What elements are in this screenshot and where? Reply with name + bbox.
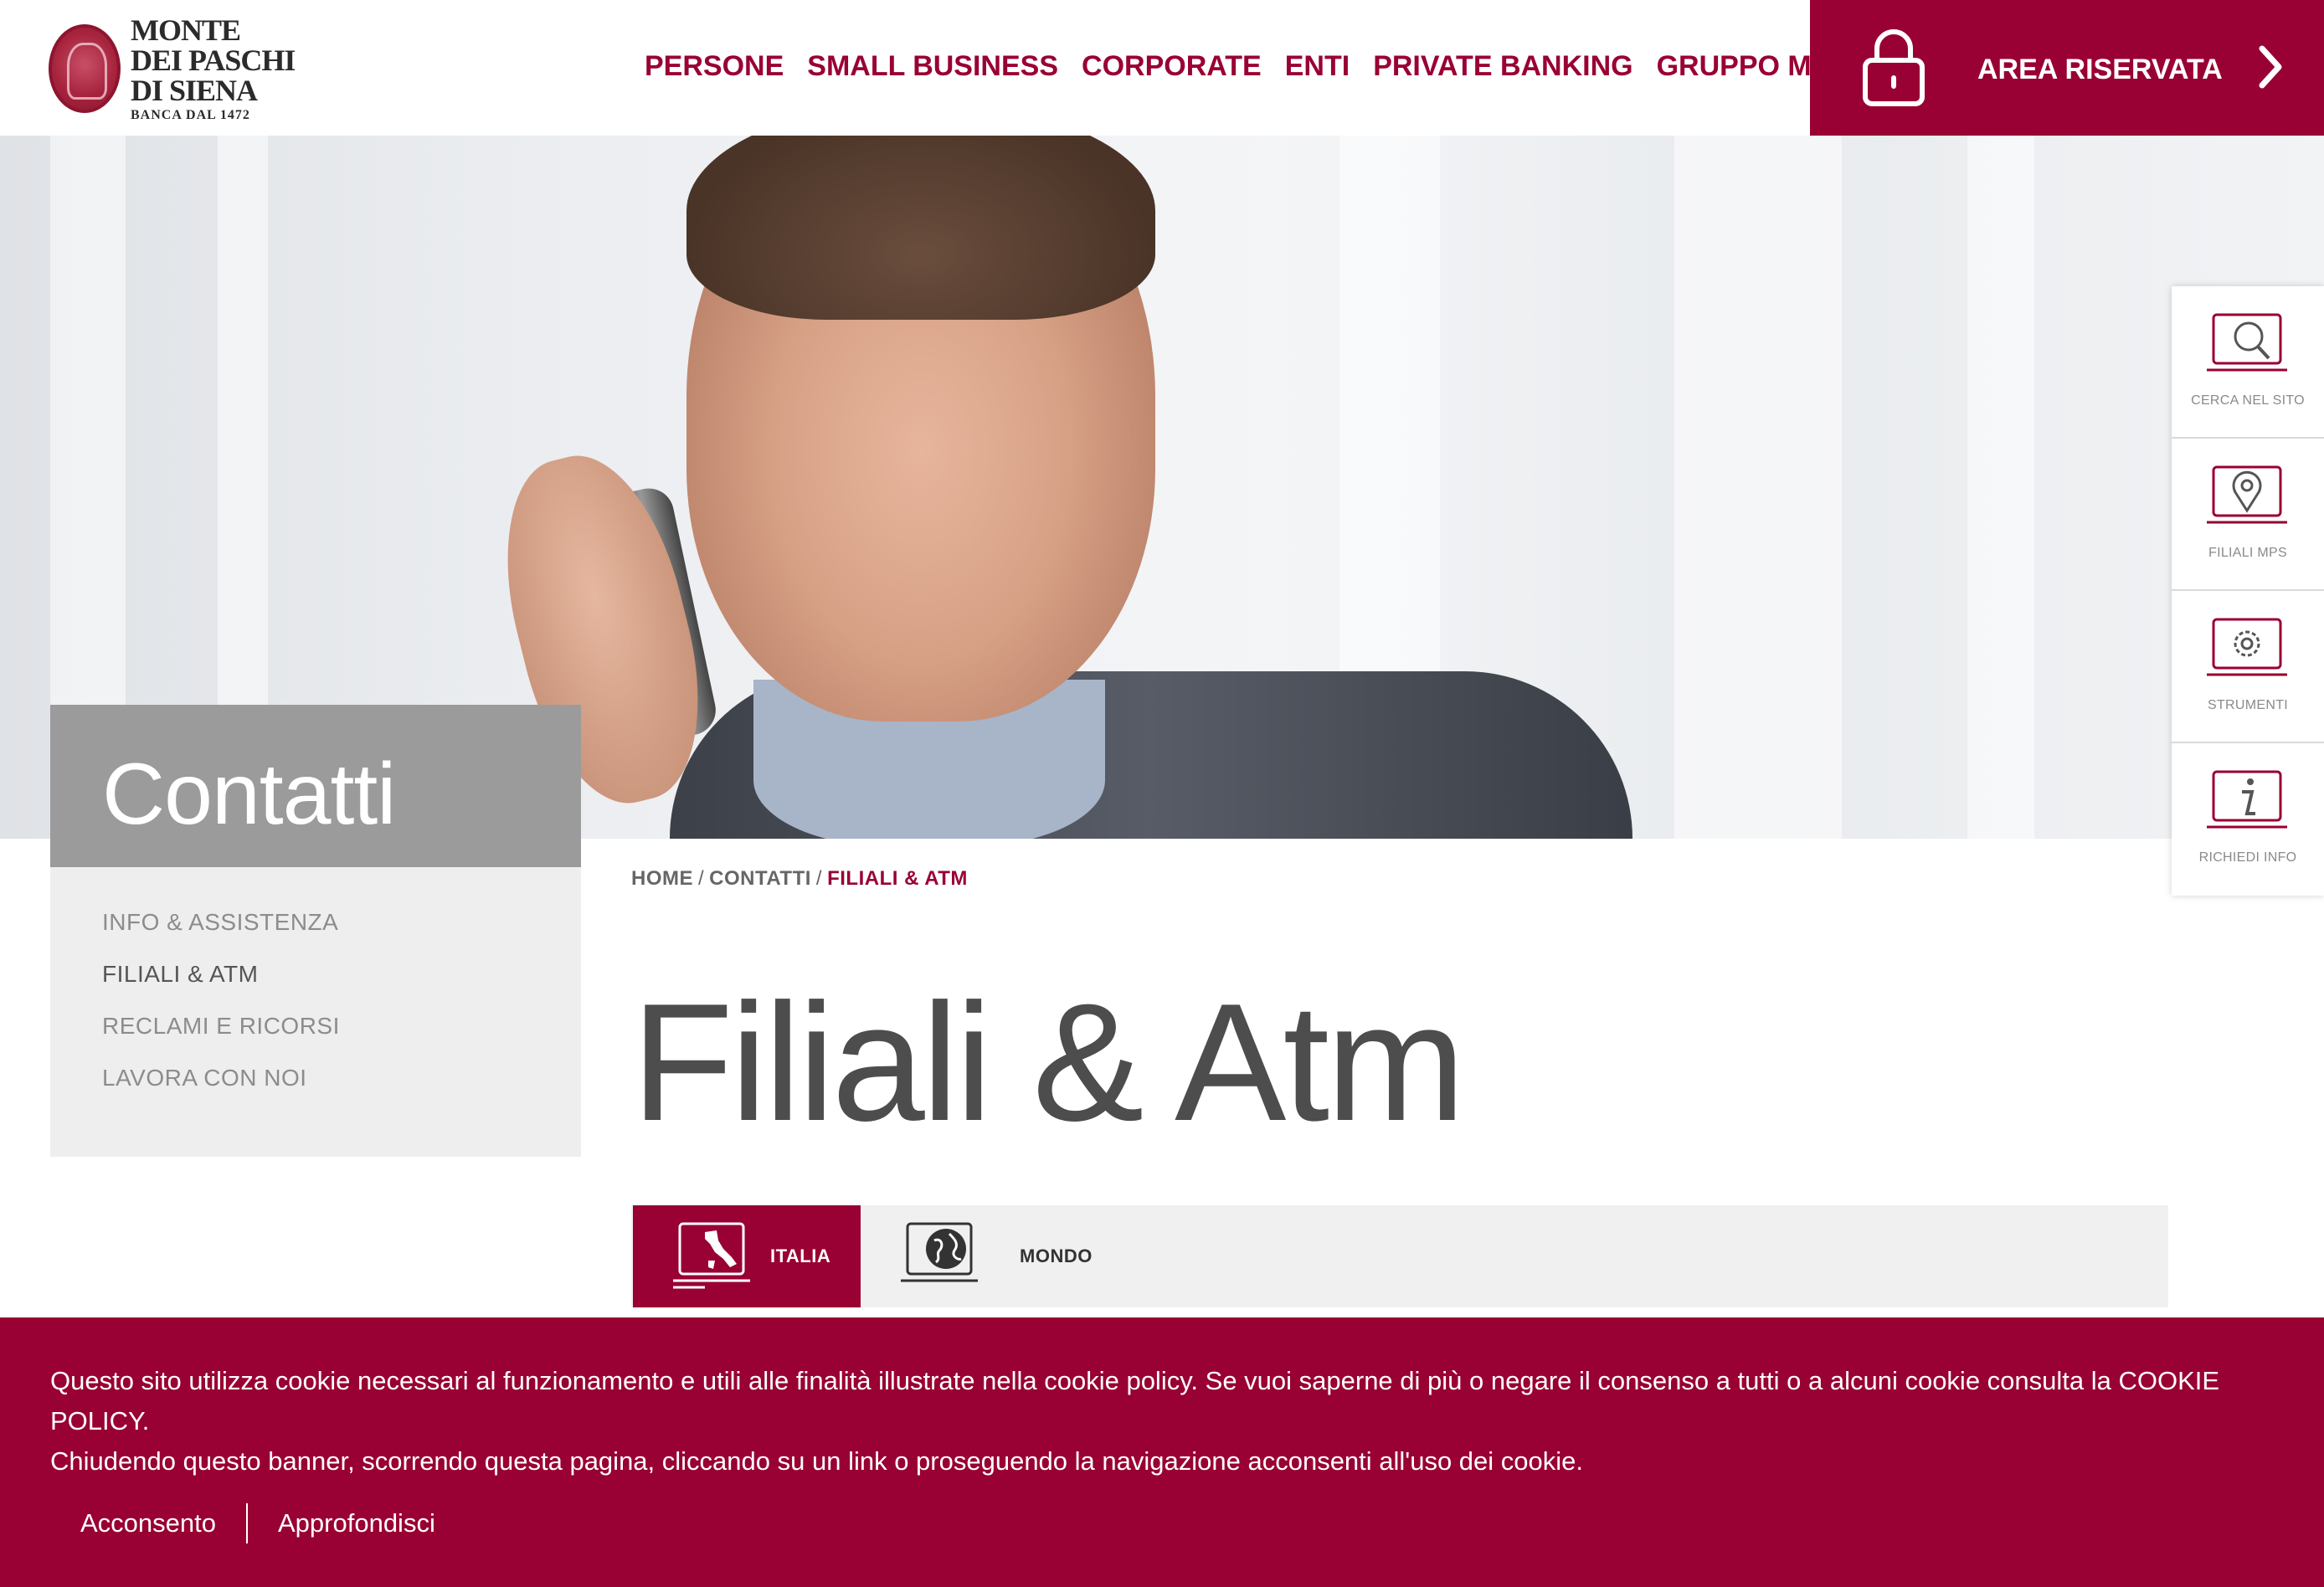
location-tabs: ITALIA MONDO bbox=[631, 1205, 2168, 1307]
hero-bg-stripe bbox=[1674, 136, 1842, 839]
logo-line-1: MONTE bbox=[131, 13, 241, 47]
breadcrumb-contatti[interactable]: CONTATTI bbox=[709, 867, 811, 890]
breadcrumb-current: FILIALI & ATM bbox=[827, 867, 968, 890]
submenu-item-filiali-atm[interactable]: FILIALI & ATM bbox=[102, 961, 581, 1013]
nav-small-business[interactable]: SMALL BUSINESS bbox=[807, 50, 1058, 83]
gear-monitor-icon bbox=[2207, 618, 2287, 676]
section-title: Contatti bbox=[102, 746, 396, 843]
quick-actions-bar: CERCA NEL SITO FILIALI MPS STRUMENTI RIC… bbox=[2172, 286, 2324, 896]
quick-label: RICHIEDI INFO bbox=[2198, 850, 2297, 865]
nav-enti[interactable]: ENTI bbox=[1285, 50, 1350, 83]
chevron-right-icon bbox=[2259, 45, 2282, 89]
quick-strumenti[interactable]: STRUMENTI bbox=[2172, 591, 2324, 743]
hero-person-hair bbox=[686, 136, 1155, 320]
main-nav: PERSONE SMALL BUSINESS CORPORATE ENTI PR… bbox=[645, 50, 1849, 83]
submenu-item-lavora-con-noi[interactable]: LAVORA CON NOI bbox=[102, 1065, 581, 1117]
breadcrumb-separator: / bbox=[815, 867, 823, 890]
nav-persone[interactable]: PERSONE bbox=[645, 50, 784, 83]
tab-mondo-label: MONDO bbox=[1020, 1245, 1093, 1266]
quick-label: STRUMENTI bbox=[2207, 698, 2289, 712]
breadcrumb: HOME / CONTATTI / FILIALI & ATM bbox=[631, 867, 968, 891]
cookie-more-button[interactable]: Approfondisci bbox=[248, 1508, 465, 1538]
mps-seal-logo-icon bbox=[49, 24, 121, 113]
breadcrumb-separator: / bbox=[698, 867, 705, 890]
logo-line-3: DI SIENA bbox=[131, 74, 258, 107]
tab-italia-label: ITALIA bbox=[770, 1245, 831, 1266]
globe-monitor-icon bbox=[901, 1222, 978, 1282]
breadcrumb-home[interactable]: HOME bbox=[631, 867, 693, 890]
tab-italia[interactable]: ITALIA bbox=[633, 1205, 861, 1307]
mps-logo[interactable]: MONTE DEI PASCHI DI SIENA BANCA DAL 1472 bbox=[49, 15, 316, 122]
submenu-item-reclami-ricorsi[interactable]: RECLAMI E RICORSI bbox=[102, 1013, 581, 1065]
nav-corporate[interactable]: CORPORATE bbox=[1082, 50, 1262, 83]
site-header: MONTE DEI PASCHI DI SIENA BANCA DAL 1472… bbox=[0, 0, 2324, 136]
section-submenu: INFO & ASSISTENZA FILIALI & ATM RECLAMI … bbox=[50, 867, 581, 1157]
map-pin-monitor-icon bbox=[2207, 465, 2287, 524]
logo-wordmark: MONTE DEI PASCHI DI SIENA BANCA DAL 1472 bbox=[131, 13, 296, 122]
cookie-text-line-2: Chiudendo questo banner, scorrendo quest… bbox=[50, 1446, 1584, 1476]
cookie-accept-button[interactable]: Acconsento bbox=[50, 1508, 246, 1538]
section-title-box: Contatti bbox=[50, 705, 581, 867]
search-monitor-icon bbox=[2207, 313, 2287, 372]
hero-bg-stripe bbox=[1967, 136, 2034, 839]
submenu-item-info-assistenza[interactable]: INFO & ASSISTENZA bbox=[102, 909, 581, 961]
info-monitor-icon bbox=[2207, 770, 2287, 829]
logo-line-2: DEI PASCHI bbox=[131, 44, 296, 77]
quick-label: CERCA NEL SITO bbox=[2191, 393, 2305, 408]
cookie-text-line-1: Questo sito utilizza cookie necessari al… bbox=[50, 1366, 2220, 1435]
quick-cerca-nel-sito[interactable]: CERCA NEL SITO bbox=[2172, 286, 2324, 439]
quick-label: FILIALI MPS bbox=[2208, 546, 2287, 560]
italy-map-monitor-icon bbox=[673, 1222, 750, 1289]
nav-private-banking[interactable]: PRIVATE BANKING bbox=[1373, 50, 1632, 83]
tab-mondo[interactable]: MONDO bbox=[899, 1205, 1150, 1307]
quick-richiedi-info[interactable]: RICHIEDI INFO bbox=[2172, 743, 2324, 896]
page-title: Filiali & Atm bbox=[631, 969, 1466, 1156]
area-riservata-label: AREA RISERVATA bbox=[1977, 54, 2223, 85]
lock-icon bbox=[1863, 29, 1925, 106]
area-riservata-button[interactable]: AREA RISERVATA bbox=[1810, 0, 2324, 136]
logo-tagline: BANCA DAL 1472 bbox=[131, 108, 250, 122]
quick-filiali-mps[interactable]: FILIALI MPS bbox=[2172, 439, 2324, 591]
cookie-text: Questo sito utilizza cookie necessari al… bbox=[50, 1361, 2277, 1482]
cookie-banner: Questo sito utilizza cookie necessari al… bbox=[0, 1317, 2324, 1587]
cookie-actions: Acconsento Approfondisci bbox=[50, 1503, 465, 1543]
